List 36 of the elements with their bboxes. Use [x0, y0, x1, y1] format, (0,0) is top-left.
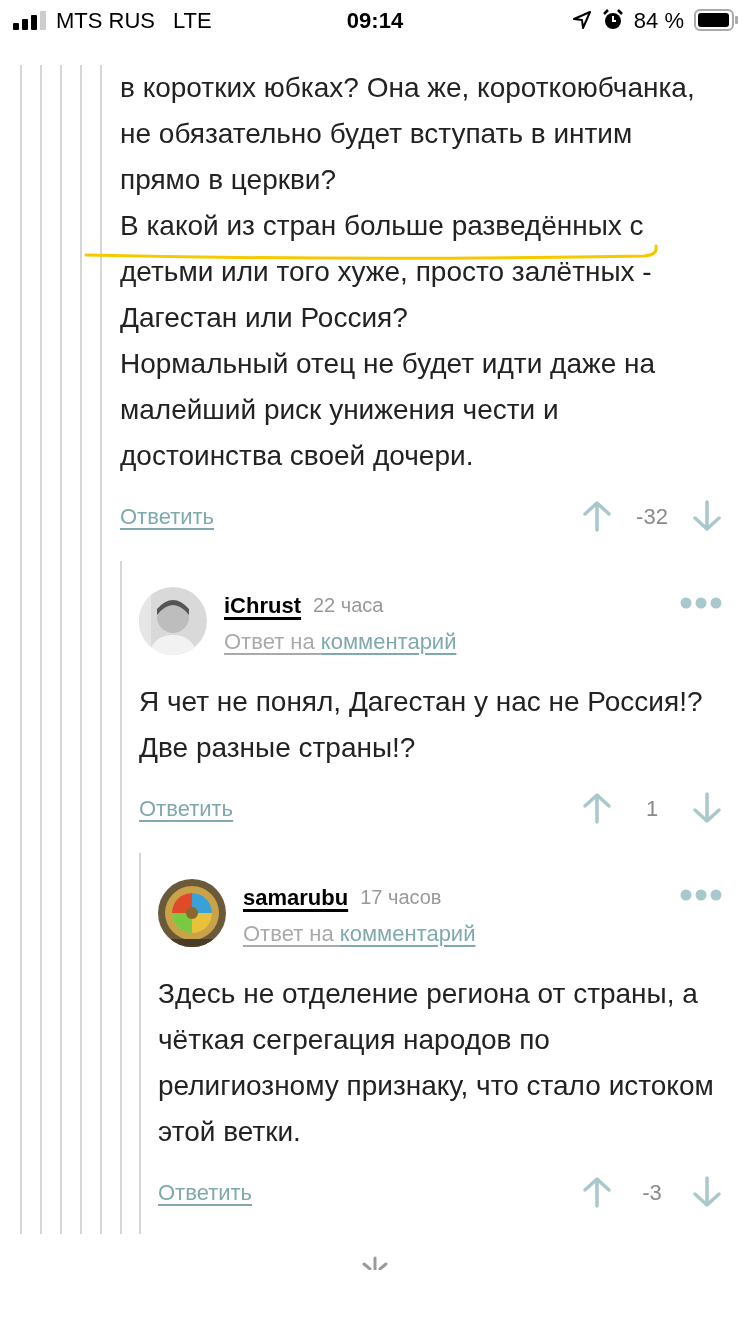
vote-score: -3 [641, 1178, 663, 1207]
reply-to-label: Ответ на [224, 627, 316, 656]
location-arrow-icon [571, 10, 592, 30]
parent-comment-link[interactable]: комментарий [320, 624, 457, 658]
vote-score: 1 [644, 794, 660, 823]
comment-time: 17 часов [360, 885, 442, 910]
upvote-arrow-icon[interactable] [582, 500, 612, 532]
signal-icon [12, 10, 46, 30]
comment-text: В какой из стран больше разведённых с детьми или того хуже, просто залётных - Дагестан или Россия? [120, 203, 700, 341]
alarm-clock-icon [601, 9, 624, 31]
battery-percent: 84 % [633, 6, 684, 35]
downvote-arrow-icon[interactable] [692, 500, 722, 532]
network-type: LTE [173, 6, 212, 35]
comment-text: в коротких юбках? Она же, короткоюбчанка, не обязательно будет вступать в интим прямо в церкви? [120, 71, 696, 197]
vote-score: -32 [636, 502, 668, 531]
upvote-arrow-icon[interactable] [582, 1176, 612, 1208]
more-options-icon[interactable] [680, 889, 722, 901]
parent-comment-link[interactable]: комментарий [339, 916, 476, 950]
more-options-icon[interactable] [680, 597, 722, 609]
comment-text: Нормальный отец не будет идти даже на малейший риск унижения чести и достоинства своей дочери. [120, 347, 657, 473]
reply-to-label: Ответ на [243, 919, 335, 948]
downvote-arrow-icon[interactable] [692, 1176, 722, 1208]
reply-link[interactable]: Ответить [158, 1175, 253, 1209]
comment-text: Здесь не отделение региона от страны, а чёткая сегрегация народов по религиозному признаку, что стало истоком этой ветки. [158, 977, 715, 1149]
reply-link[interactable]: Ответить [120, 499, 215, 533]
username-link[interactable]: iChrust [224, 588, 301, 622]
upvote-arrow-icon[interactable] [582, 792, 612, 824]
carrier-name: MTS RUS [56, 6, 155, 35]
comment-text: Я чет не понял, Дагестан у нас не Россия!? Две разные страны!? [139, 685, 704, 765]
reply-link[interactable]: Ответить [139, 791, 234, 825]
comment-time: 22 часа [313, 593, 384, 618]
username-link[interactable]: samarubu [243, 880, 349, 914]
clock-time: 09:14 [346, 6, 404, 35]
spinner-icon [360, 1256, 390, 1270]
downvote-arrow-icon[interactable] [692, 792, 722, 824]
battery-icon [694, 9, 738, 31]
